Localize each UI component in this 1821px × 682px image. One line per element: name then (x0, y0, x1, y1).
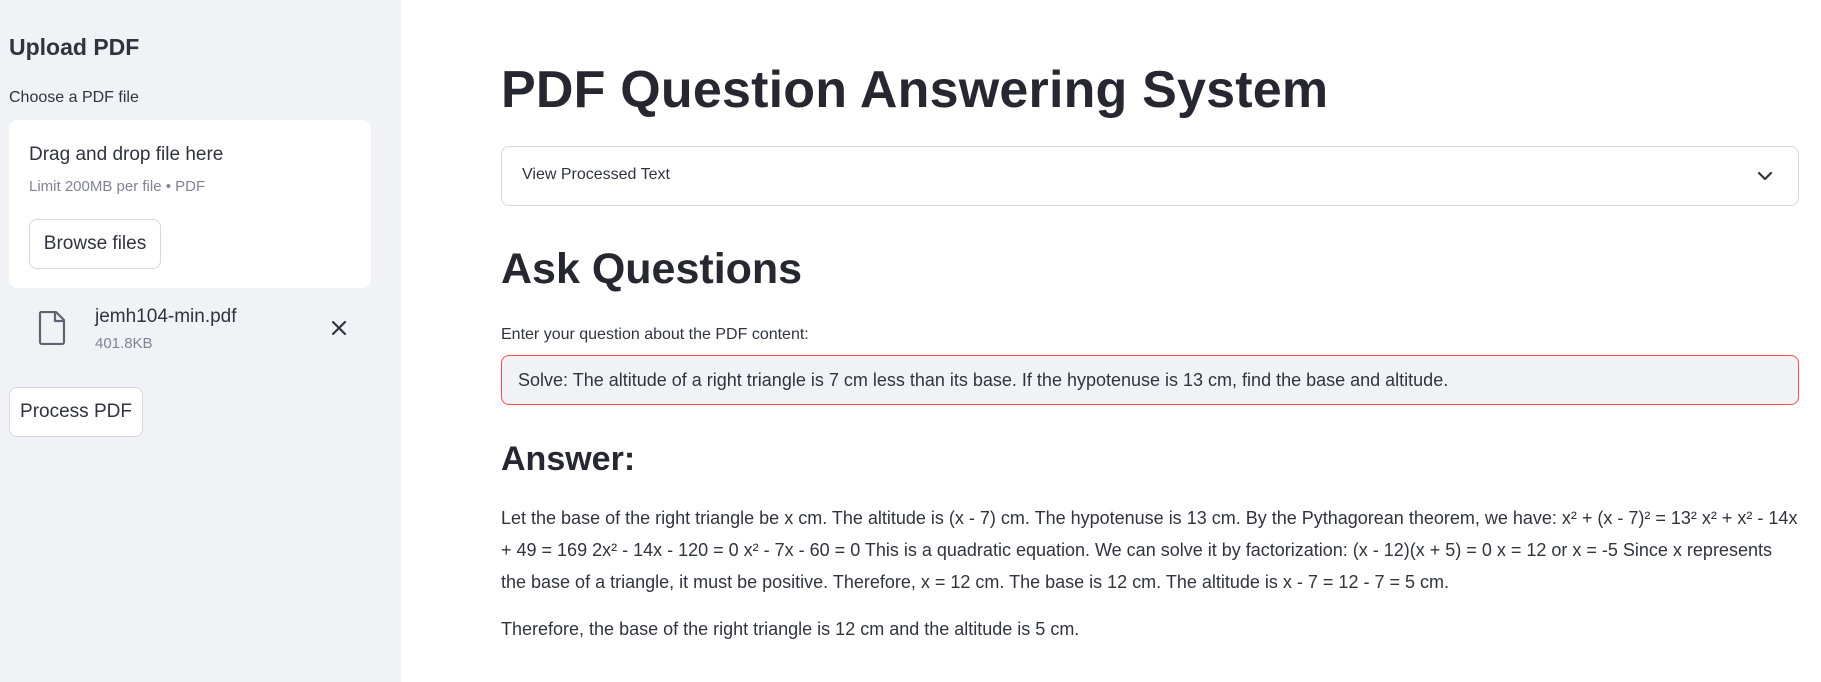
page-title: PDF Question Answering System (501, 61, 1329, 119)
processed-text-expander[interactable]: View Processed Text (501, 146, 1799, 206)
ask-questions-heading: Ask Questions (501, 245, 803, 293)
uploaded-file: jemh104-min.pdf 401.8KB (9, 300, 371, 360)
browse-files-button[interactable]: Browse files (29, 219, 161, 269)
dropzone-limit: Limit 200MB per file • PDF (29, 178, 206, 195)
sidebar: Upload PDF Choose a PDF file Drag and dr… (0, 0, 401, 682)
answer-heading: Answer: (501, 440, 636, 478)
close-icon[interactable] (328, 317, 350, 339)
chevron-down-icon (1757, 171, 1773, 181)
file-icon (38, 311, 66, 345)
file-size: 401.8KB (95, 335, 153, 352)
uploader-label: Choose a PDF file (9, 89, 139, 106)
expander-label: View Processed Text (522, 166, 670, 183)
main-content: PDF Question Answering System View Proce… (401, 0, 1821, 682)
file-dropzone[interactable]: Drag and drop file here Limit 200MB per … (9, 120, 371, 288)
dropzone-title: Drag and drop file here (29, 144, 224, 165)
sidebar-title: Upload PDF (9, 34, 140, 60)
process-pdf-button[interactable]: Process PDF (9, 387, 143, 437)
file-name: jemh104-min.pdf (95, 306, 237, 327)
answer-text: Let the base of the right triangle be x … (501, 508, 1798, 592)
answer-conclusion: Therefore, the base of the right triangl… (501, 619, 1080, 639)
question-input[interactable] (501, 355, 1799, 405)
question-label: Enter your question about the PDF conten… (501, 326, 809, 343)
